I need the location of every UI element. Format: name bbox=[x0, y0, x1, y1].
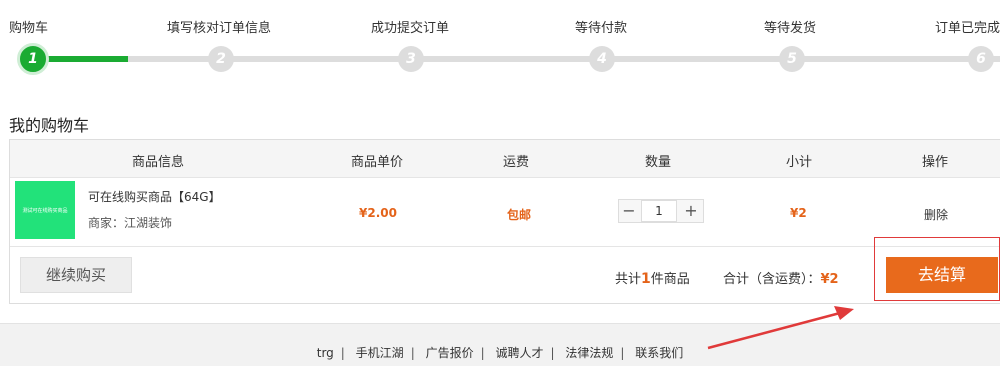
count-number: 1 bbox=[641, 271, 651, 287]
cart-table: 商品信息 商品单价 运费 数量 小计 操作 测试可在线购买商品 可在线购买商品【… bbox=[9, 139, 1000, 304]
step-dot-4: 4 bbox=[589, 46, 615, 72]
step-label-await-ship: 等待发货 bbox=[764, 21, 817, 36]
count-prefix: 共计 bbox=[615, 272, 642, 287]
unit-price: ¥2.00 bbox=[359, 206, 397, 220]
header-shipping: 运费 bbox=[503, 155, 530, 170]
qty-minus-button[interactable]: − bbox=[619, 200, 639, 222]
header-qty: 数量 bbox=[645, 155, 672, 170]
header-subtotal: 小计 bbox=[786, 155, 813, 170]
item-count: 共计1件商品 bbox=[615, 268, 690, 287]
header-price: 商品单价 bbox=[351, 155, 404, 170]
total-value: ¥2 bbox=[820, 272, 839, 287]
qty-input[interactable]: 1 bbox=[641, 200, 677, 222]
qty-plus-button[interactable]: + bbox=[681, 200, 701, 222]
header-action: 操作 bbox=[922, 155, 949, 170]
continue-shopping-button[interactable]: 继续购买 bbox=[20, 257, 132, 293]
quantity-stepper: − 1 + bbox=[618, 199, 704, 223]
site-footer: trg | 手机江湖 | 广告报价 | 诚聘人才 | 法律法规 | 联系我们 bbox=[0, 323, 1000, 366]
shipping-fee: 包邮 bbox=[507, 208, 532, 222]
footer-link-legal[interactable]: 法律法规 bbox=[565, 346, 613, 360]
thumbnail-text: 测试可在线购买商品 bbox=[22, 207, 68, 214]
table-row: 测试可在线购买商品 可在线购买商品【64G】 商家：江湖装饰 ¥2.00 包邮 … bbox=[10, 178, 1000, 247]
step-label-await-pay: 等待付款 bbox=[575, 21, 628, 36]
progress-track bbox=[30, 56, 1000, 62]
footer-link-ads[interactable]: 广告报价 bbox=[426, 346, 474, 360]
annotation-highlight-box bbox=[874, 237, 1000, 301]
total-label: 合计（含运费）： bbox=[723, 272, 821, 287]
footer-links: trg | 手机江湖 | 广告报价 | 诚聘人才 | 法律法规 | 联系我们 bbox=[0, 344, 1000, 361]
step-label-cart: 购物车 bbox=[9, 21, 49, 36]
footer-separator: | bbox=[410, 346, 415, 360]
product-name[interactable]: 可在线购买商品【64G】 bbox=[88, 188, 221, 205]
footer-link-jobs[interactable]: 诚聘人才 bbox=[495, 346, 543, 360]
order-total: 合计（含运费）：¥2 bbox=[723, 268, 839, 287]
cart-summary: 继续购买 共计1件商品 合计（含运费）：¥2 去结算 bbox=[10, 247, 1000, 303]
footer-separator: | bbox=[550, 346, 555, 360]
seller-name: 商家：江湖装饰 bbox=[88, 216, 173, 230]
table-header: 商品信息 商品单价 运费 数量 小计 操作 bbox=[10, 140, 1000, 178]
step-dot-3: 3 bbox=[398, 46, 424, 72]
step-label-submit: 成功提交订单 bbox=[371, 21, 450, 36]
footer-separator: | bbox=[340, 346, 345, 360]
footer-link-mobile[interactable]: 手机江湖 bbox=[356, 346, 404, 360]
footer-link-contact[interactable]: 联系我们 bbox=[635, 346, 683, 360]
count-suffix: 件商品 bbox=[650, 272, 690, 287]
product-thumbnail[interactable]: 测试可在线购买商品 bbox=[15, 181, 75, 239]
step-dot-5: 5 bbox=[779, 46, 805, 72]
footer-separator: | bbox=[480, 346, 485, 360]
cart-title: 我的购物车 bbox=[9, 116, 90, 135]
step-dot-1: 1 bbox=[17, 43, 49, 75]
footer-link-trg[interactable]: trg bbox=[317, 346, 334, 360]
footer-separator: | bbox=[620, 346, 625, 360]
item-subtotal: ¥2 bbox=[790, 206, 807, 220]
step-dot-6: 6 bbox=[968, 46, 994, 72]
step-dot-2: 2 bbox=[208, 46, 234, 72]
header-info: 商品信息 bbox=[132, 155, 185, 170]
step-label-fill-info: 填写核对订单信息 bbox=[167, 21, 272, 36]
step-label-done: 订单已完成 bbox=[935, 21, 1000, 36]
delete-link[interactable]: 删除 bbox=[924, 206, 948, 223]
checkout-progress: 购物车 填写核对订单信息 成功提交订单 等待付款 等待发货 订单已完成 1 2 … bbox=[0, 0, 1000, 80]
